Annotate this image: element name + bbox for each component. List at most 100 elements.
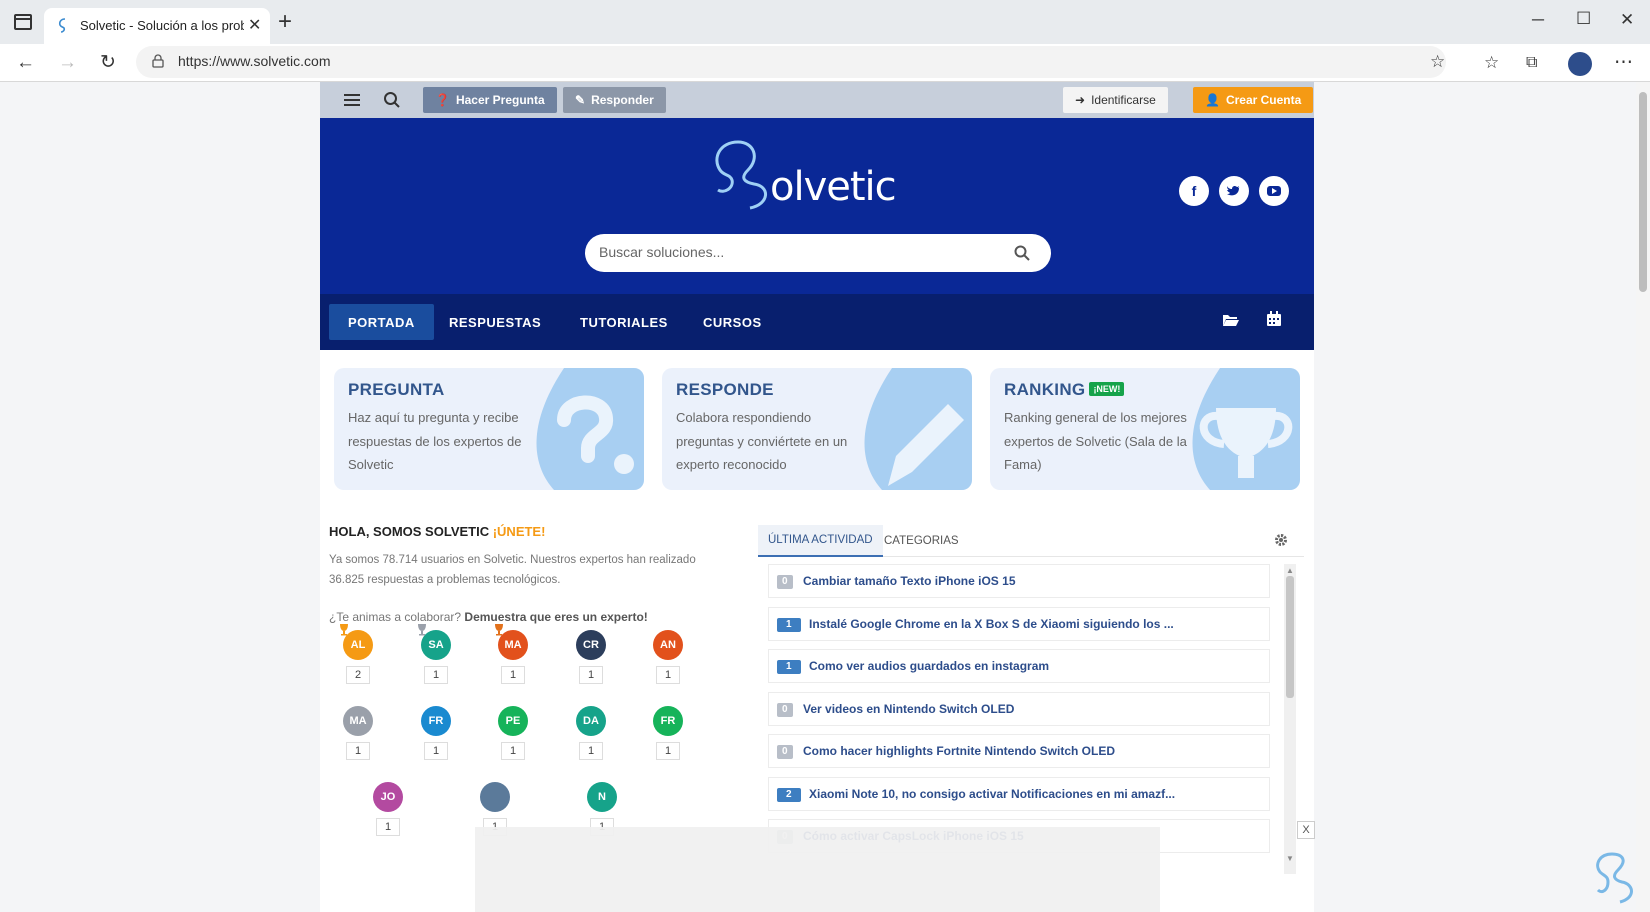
collections-icon[interactable]: ⧉ <box>1526 52 1537 74</box>
card-responde[interactable]: RESPONDE Colabora respondiendo preguntas… <box>662 368 972 490</box>
page-scrollbar-thumb[interactable] <box>1639 92 1647 292</box>
tab-actions-icon[interactable] <box>14 14 32 30</box>
avatar[interactable]: PE <box>498 706 528 736</box>
browser-nav-bar: ← → ↻ https://www.solvetic.com ☆ ☆ ⧉ ⋯ <box>0 44 1650 82</box>
user-item[interactable]: MA 1 <box>488 624 538 710</box>
tab-ultima-actividad[interactable]: ÚLTIMA ACTIVIDAD <box>758 525 883 557</box>
activity-item-title[interactable]: Como ver audios guardados en instagram <box>809 659 1049 673</box>
crear-cuenta-button[interactable]: 👤 Crear Cuenta <box>1193 87 1314 113</box>
address-bar[interactable]: https://www.solvetic.com ☆ <box>136 46 1446 78</box>
answer-count-badge: 1 <box>777 617 801 632</box>
menu-item-portada[interactable]: PORTADA <box>329 304 434 340</box>
tab-close-icon[interactable]: ✕ <box>248 15 261 35</box>
minimize-button[interactable]: ─ <box>1532 10 1544 30</box>
scroll-down-icon[interactable]: ▼ <box>1286 854 1294 863</box>
user-item[interactable]: FR 1 <box>411 706 461 786</box>
avatar[interactable]: N <box>587 782 617 812</box>
activity-item[interactable]: 0 Cambiar tamaño Texto iPhone iOS 15 <box>768 564 1270 598</box>
card-ranking[interactable]: RANKING ¡NEW! Ranking general de los mejo… <box>990 368 1300 490</box>
lock-icon[interactable] <box>152 54 164 68</box>
answer-count-badge: 0 <box>777 745 793 759</box>
youtube-icon[interactable] <box>1259 176 1289 206</box>
activity-item-title[interactable]: Ver videos en Nintendo Switch OLED <box>803 702 1014 716</box>
search-icon[interactable] <box>1013 244 1031 262</box>
hamburger-menu-icon[interactable] <box>342 90 362 110</box>
user-item[interactable]: AN 1 <box>643 630 693 710</box>
activity-scrollbar-thumb[interactable] <box>1286 576 1294 698</box>
avatar[interactable]: FR <box>653 706 683 736</box>
gear-icon[interactable] <box>1274 533 1288 547</box>
hacer-pregunta-button[interactable]: ❓ Hacer Pregunta <box>423 87 557 113</box>
menu-item-tutoriales[interactable]: TUTORIALES <box>561 304 687 340</box>
avatar[interactable]: AN <box>653 630 683 660</box>
question-circle-icon: ❓ <box>435 93 450 107</box>
avatar[interactable]: MA <box>343 706 373 736</box>
twitter-icon[interactable] <box>1219 176 1249 206</box>
solvetic-favicon-icon <box>58 18 66 33</box>
reload-icon[interactable]: ↻ <box>100 52 116 74</box>
trophy-icon <box>340 624 348 636</box>
new-badge: ¡NEW! <box>1089 382 1125 396</box>
responder-button[interactable]: ✎ Responder <box>563 87 666 113</box>
answer-count-badge: 2 <box>777 787 801 802</box>
maximize-button[interactable]: ☐ <box>1576 9 1591 29</box>
ad-overlay <box>475 827 1160 912</box>
card-text: Haz aquí tu pregunta y recibe respuestas… <box>348 410 522 472</box>
user-item[interactable]: FR 1 <box>643 706 693 786</box>
site-top-bar: ❓ Hacer Pregunta ✎ Responder ➜ Identific… <box>320 82 1314 118</box>
user-item[interactable]: JO 1 <box>363 782 413 862</box>
user-answer-count: 1 <box>376 818 400 836</box>
close-window-button[interactable]: ✕ <box>1620 10 1634 30</box>
user-item[interactable]: PE 1 <box>488 706 538 786</box>
menu-item-cursos[interactable]: CURSOS <box>684 304 781 340</box>
identificarse-button[interactable]: ➜ Identificarse <box>1063 87 1168 113</box>
answer-count-badge: 1 <box>777 660 801 674</box>
menu-item-respuestas[interactable]: RESPUESTAS <box>430 304 560 340</box>
site-search-input[interactable]: Buscar soluciones... <box>585 234 1051 272</box>
facebook-icon[interactable]: f <box>1179 176 1209 206</box>
calendar-icon[interactable] <box>1265 311 1283 327</box>
avatar[interactable]: JO <box>373 782 403 812</box>
user-item[interactable]: DA 1 <box>566 706 616 786</box>
activity-item-title[interactable]: Como hacer highlights Fortnite Nintendo … <box>803 744 1115 758</box>
url-text: https://www.solvetic.com <box>178 53 331 69</box>
folder-open-icon[interactable] <box>1222 312 1240 328</box>
avatar[interactable]: FR <box>421 706 451 736</box>
user-item[interactable]: CR 1 <box>566 630 616 710</box>
activity-item[interactable]: 0 Ver videos en Nintendo Switch OLED <box>768 691 1270 726</box>
solvetic-logo[interactable]: olvetic <box>710 138 900 218</box>
back-icon[interactable]: ← <box>16 52 35 74</box>
tab-categorias[interactable]: CATEGORIAS <box>874 525 969 557</box>
avatar[interactable] <box>480 782 510 812</box>
activity-item[interactable]: 0 Como hacer highlights Fortnite Nintendo… <box>768 734 1270 768</box>
activity-item[interactable]: 1 Como ver audios guardados en instagram <box>768 649 1270 683</box>
avatar[interactable]: DA <box>576 706 606 736</box>
add-favorite-icon[interactable]: ☆ <box>1430 51 1445 73</box>
search-icon[interactable] <box>382 90 402 110</box>
browser-tab[interactable]: Solvetic - Solución a los problemas ✕ <box>44 8 270 44</box>
trophy-icon <box>495 624 503 636</box>
activity-item-title[interactable]: Cambiar tamaño Texto iPhone iOS 15 <box>803 574 1016 588</box>
join-link[interactable]: ¡ÚNETE! <box>493 524 546 539</box>
activity-item-title[interactable]: Xiaomi Note 10, no consigo activar Notif… <box>809 787 1175 801</box>
user-item[interactable]: AL 2 <box>333 624 383 710</box>
activity-item[interactable]: 1 Instalé Google Chrome en la X Box S de … <box>768 606 1270 641</box>
ad-close-button[interactable]: X <box>1297 821 1315 839</box>
favorites-icon[interactable]: ☆ <box>1484 52 1499 74</box>
trophy-icon <box>418 624 426 636</box>
forward-icon[interactable]: → <box>58 52 77 74</box>
card-title: RESPONDE <box>676 380 774 399</box>
scroll-up-icon[interactable]: ▲ <box>1286 566 1294 575</box>
activity-scrollbar[interactable]: ▲ ▼ <box>1284 564 1296 874</box>
new-tab-button[interactable]: + <box>278 8 292 36</box>
page-scrollbar[interactable] <box>1636 82 1650 912</box>
user-item[interactable]: SA 1 <box>411 624 461 710</box>
activity-item[interactable]: 2 Xiaomi Note 10, no consigo activar Noti… <box>768 776 1270 811</box>
avatar[interactable]: CR <box>576 630 606 660</box>
activity-item-title[interactable]: Instalé Google Chrome en la X Box S de X… <box>809 617 1174 631</box>
user-item[interactable]: MA 1 <box>333 706 383 786</box>
settings-menu-icon[interactable]: ⋯ <box>1614 52 1633 74</box>
card-pregunta[interactable]: PREGUNTA Haz aquí tu pregunta y recibe r… <box>334 368 644 490</box>
profile-avatar[interactable] <box>1568 52 1592 76</box>
user-answer-count: 1 <box>424 666 448 684</box>
